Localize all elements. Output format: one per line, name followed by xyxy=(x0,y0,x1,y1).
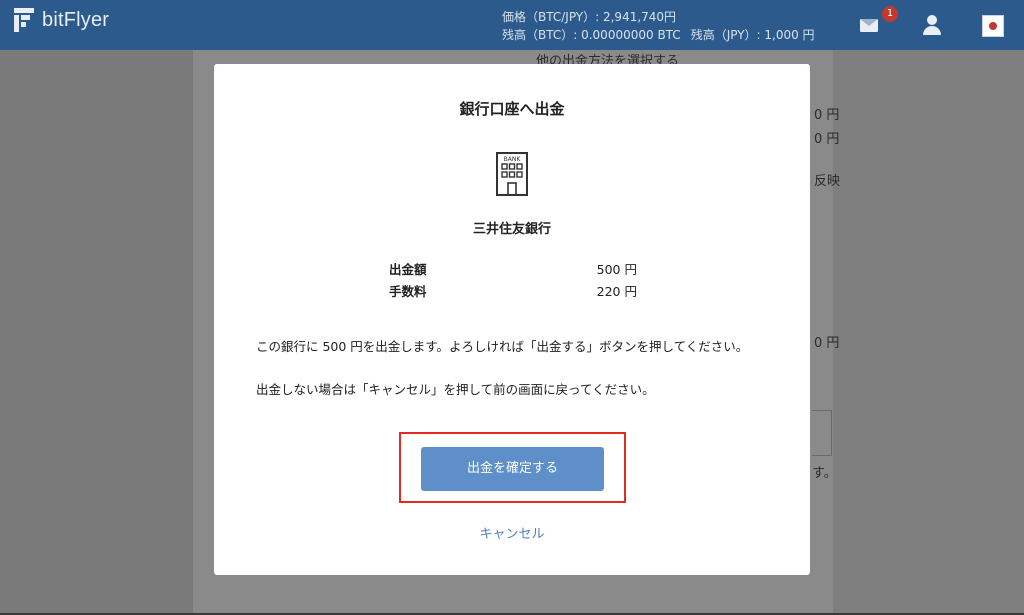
modal-title: 銀行口座へ出金 xyxy=(459,100,565,118)
ticker-btc-balance: 残高（BTC）: 0.00000000 BTC xyxy=(502,28,681,42)
price-ticker: 価格（BTC/JPY）: 2,941,740円 残高（BTC）: 0.00000… xyxy=(502,8,815,44)
bg-input xyxy=(812,410,832,456)
user-icon[interactable] xyxy=(922,15,942,35)
summary-row: 出金額 500 円 xyxy=(389,259,637,281)
bank-name: 三井住友銀行 xyxy=(472,222,551,237)
bank-building-icon: BANK xyxy=(494,151,530,197)
bg-text: 0 円 xyxy=(814,108,840,123)
bg-text: 0 円 xyxy=(814,336,840,351)
mail-icon[interactable] xyxy=(860,19,878,32)
ticker-balances: 残高（BTC）: 0.00000000 BTC 残高（JPY）: 1,000 円 xyxy=(502,26,815,44)
logo-mark-icon xyxy=(14,8,34,32)
logo-text: bitFlyer xyxy=(42,8,110,31)
bg-text: 反映 xyxy=(814,174,841,189)
cancel-message: 出金しない場合は「キャンセル」を押して前の画面に戻ってください。 xyxy=(256,382,655,397)
confirm-message: この銀行に 500 円を出金します。よろしければ「出金する」ボタンを押してくださ… xyxy=(256,339,749,354)
summary-row: 手数料 220 円 xyxy=(389,281,637,303)
sidebar-background xyxy=(0,50,193,615)
cancel-link[interactable]: キャンセル xyxy=(214,523,810,542)
ticker-price: 価格（BTC/JPY）: 2,941,740円 xyxy=(502,10,677,24)
ticker-jpy-balance: 残高（JPY）: 1,000 円 xyxy=(690,28,815,42)
summary-label: 出金額 xyxy=(389,262,427,277)
summary-label: 手数料 xyxy=(389,284,427,299)
flag-japan-icon[interactable] xyxy=(982,15,1004,37)
top-header: bitFlyer 価格（BTC/JPY）: 2,941,740円 残高（BTC）… xyxy=(0,0,1024,50)
summary-value: 220 円 xyxy=(596,284,637,299)
mail-badge: 1 xyxy=(882,6,898,22)
logo[interactable]: bitFlyer xyxy=(14,8,109,32)
bg-text: 0 円 xyxy=(814,132,840,147)
withdraw-summary: 出金額 500 円 手数料 220 円 xyxy=(389,259,637,303)
confirm-withdraw-button[interactable]: 出金を確定する xyxy=(421,447,604,491)
bg-text: す。 xyxy=(812,466,837,481)
bank-icon-label: BANK xyxy=(504,156,522,163)
summary-value: 500 円 xyxy=(596,262,637,277)
